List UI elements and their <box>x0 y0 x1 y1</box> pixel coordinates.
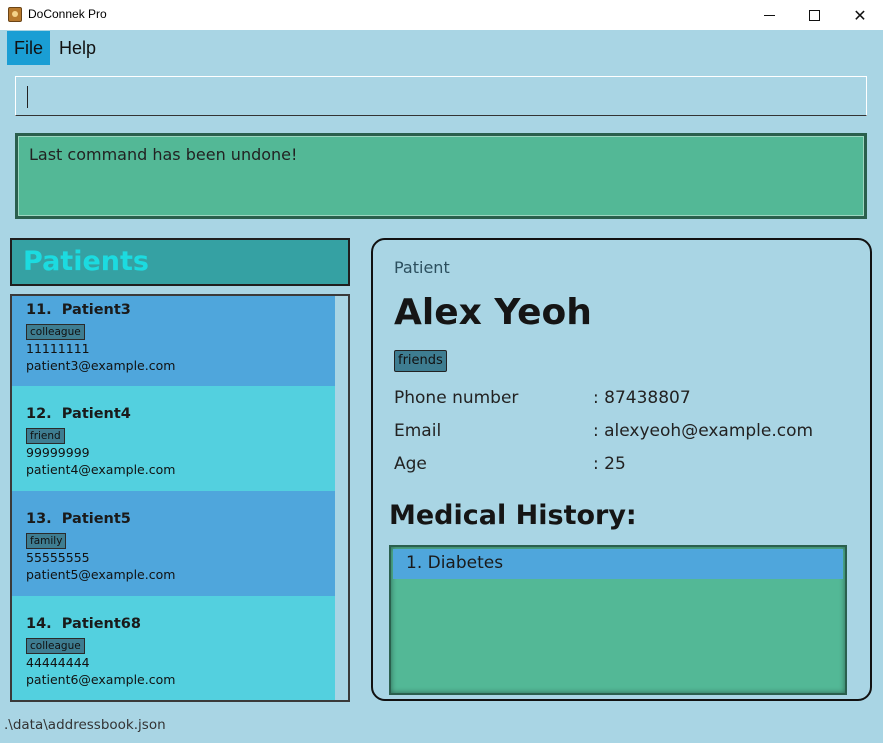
patient-name: 11. Patient3 <box>26 302 131 318</box>
menu-file[interactable]: File <box>7 31 51 65</box>
detail-field-value: : alexyeoh@example.com <box>593 421 814 441</box>
patient-detail-panel: Patient Alex Yeoh friends Phone number :… <box>371 238 872 701</box>
menu-help[interactable]: Help <box>52 31 103 65</box>
patient-card[interactable]: 14. Patient68 colleague 44444444 patient… <box>12 596 335 700</box>
detail-field-value: : 87438807 <box>593 388 691 408</box>
patient-name: 13. Patient5 <box>26 511 131 527</box>
patient-phone: 11111111 <box>26 341 90 356</box>
patient-tag: family <box>26 533 67 549</box>
patient-email: patient5@example.com <box>26 567 176 582</box>
patient-card[interactable]: 12. Patient4 friend 99999999 patient4@ex… <box>12 386 335 491</box>
patient-email: patient4@example.com <box>26 462 176 477</box>
maximize-button[interactable] <box>791 0 837 30</box>
patient-tag: friend <box>26 428 65 444</box>
list-scrollbar[interactable] <box>335 296 348 700</box>
detail-field-key: Email <box>394 421 442 441</box>
command-input[interactable] <box>15 76 867 116</box>
detail-patient-name: Alex Yeoh <box>394 292 592 333</box>
window-title: DoConnek Pro <box>28 7 107 21</box>
app-icon <box>8 7 22 22</box>
patient-card[interactable]: 13. Patient5 family 55555555 patient5@ex… <box>12 491 335 596</box>
result-text: Last command has been undone! <box>29 145 298 164</box>
detail-tag: friends <box>394 350 447 372</box>
minimize-icon <box>763 14 775 16</box>
maximize-icon <box>808 9 820 21</box>
medical-history-list[interactable]: 1. Diabetes <box>389 545 847 695</box>
detail-field-key: Age <box>394 454 427 474</box>
patient-phone: 44444444 <box>26 655 90 670</box>
detail-field-value: : 25 <box>593 454 626 474</box>
minimize-button[interactable] <box>746 0 792 30</box>
detail-label: Patient <box>394 258 450 277</box>
patients-header: Patients <box>10 238 350 286</box>
patient-phone: 55555555 <box>26 550 90 565</box>
patient-name: 14. Patient68 <box>26 616 141 632</box>
patient-list[interactable]: 11. Patient3 colleague 11111111 patient3… <box>10 294 350 702</box>
medical-history-item[interactable]: 1. Diabetes <box>393 549 843 579</box>
status-bar-path: .\data\addressbook.json <box>4 717 166 733</box>
patient-name: 12. Patient4 <box>26 406 131 422</box>
patient-email: patient3@example.com <box>26 358 176 373</box>
patient-tag: colleague <box>26 324 85 340</box>
title-bar: DoConnek Pro ✕ <box>0 0 883 30</box>
patient-phone: 99999999 <box>26 445 90 460</box>
close-icon: ✕ <box>853 5 867 25</box>
menu-bar: File Help <box>0 30 883 65</box>
patient-tag: colleague <box>26 638 85 654</box>
patient-email: patient6@example.com <box>26 672 176 687</box>
detail-field-key: Phone number <box>394 388 519 408</box>
result-display: Last command has been undone! <box>15 133 867 219</box>
medical-history-title: Medical History: <box>389 500 637 531</box>
text-caret <box>27 86 28 108</box>
close-button[interactable]: ✕ <box>837 0 883 30</box>
